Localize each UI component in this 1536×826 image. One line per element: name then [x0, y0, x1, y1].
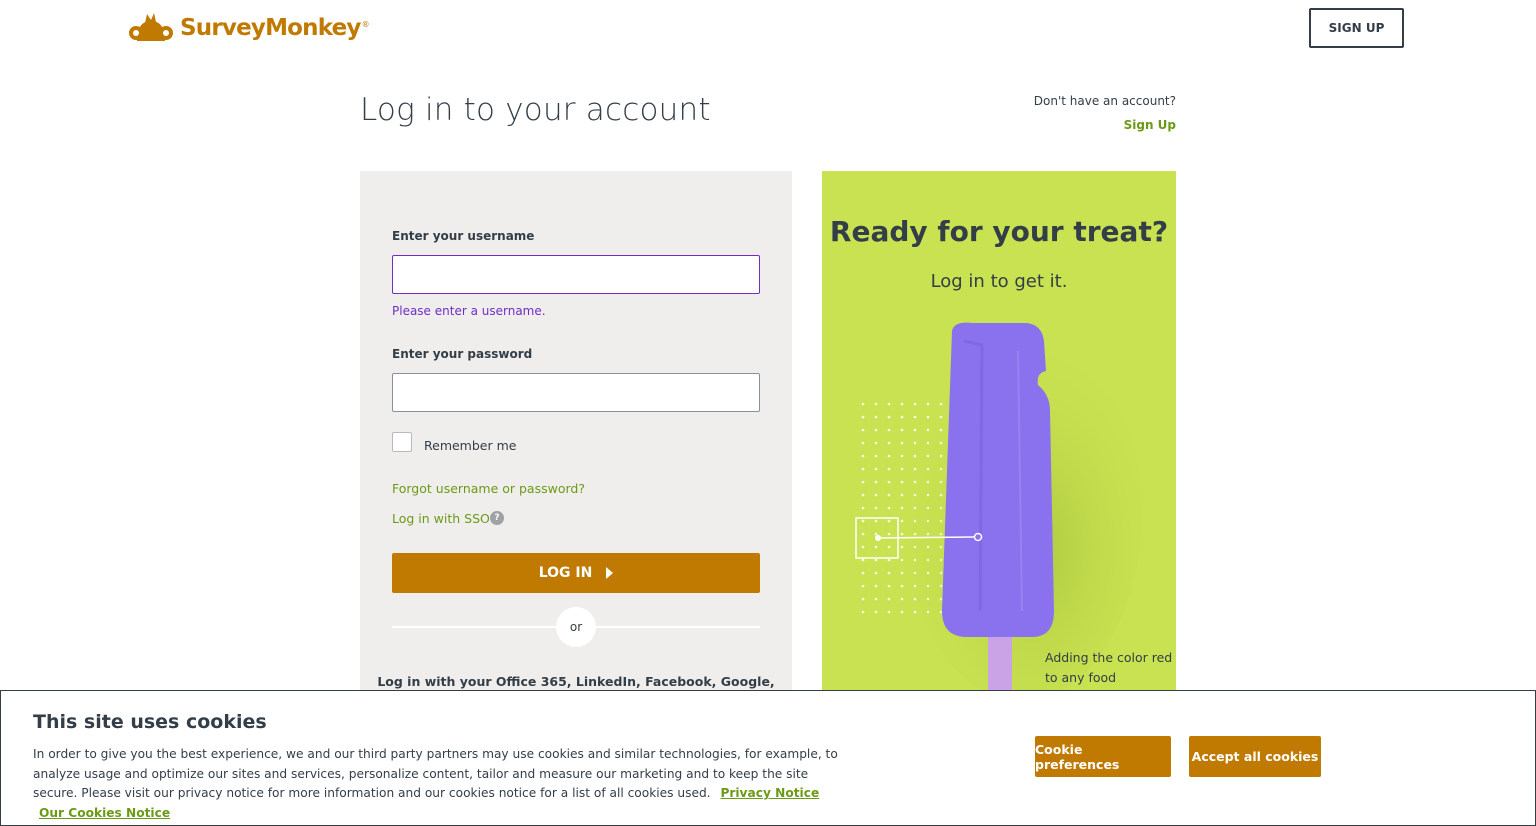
logo-wordmark: SurveyMonkey	[180, 15, 361, 41]
cookie-banner-text: In order to give you the best experience…	[33, 747, 838, 800]
login-form-panel: Enter your username Please enter a usern…	[360, 171, 792, 711]
header-signup-button[interactable]: SIGN UP	[1309, 8, 1404, 48]
remember-me-label[interactable]: Remember me	[424, 438, 516, 453]
or-divider-label: or	[556, 607, 596, 647]
logo-trademark: ®	[361, 20, 370, 29]
login-button[interactable]: LOG IN	[392, 553, 760, 593]
promo-caption: Adding the color red to any food	[1045, 650, 1173, 685]
cookie-preferences-button[interactable]: Cookie preferences	[1035, 736, 1171, 777]
promo-subtitle: Log in to get it.	[930, 271, 1068, 292]
help-icon[interactable]: ?	[490, 511, 504, 525]
cookie-banner: This site uses cookies In order to give …	[0, 690, 1536, 826]
cookies-notice-link[interactable]: Our Cookies Notice	[39, 806, 170, 820]
signup-link[interactable]: Sign Up	[1124, 118, 1176, 132]
no-account-text: Don't have an account?	[1033, 94, 1176, 108]
password-label: Enter your password	[392, 347, 533, 361]
surveymonkey-logo[interactable]: SurveyMonkey ®	[127, 8, 370, 48]
remember-me-checkbox[interactable]	[392, 432, 412, 452]
promo-title: Ready for your treat?	[829, 215, 1169, 248]
caret-right-icon	[606, 567, 614, 579]
cookie-banner-body: In order to give you the best experience…	[33, 745, 853, 823]
username-input[interactable]	[392, 255, 760, 294]
login-button-label: LOG IN	[538, 565, 593, 581]
username-label: Enter your username	[392, 229, 535, 243]
cookie-banner-title: This site uses cookies	[33, 711, 267, 733]
accept-all-cookies-button[interactable]: Accept all cookies	[1189, 736, 1321, 777]
username-error-message: Please enter a username.	[392, 304, 546, 318]
sso-login-link[interactable]: Log in with SSO	[392, 511, 490, 526]
forgot-credentials-link[interactable]: Forgot username or password?	[392, 481, 585, 496]
monkey-logo-icon	[127, 11, 175, 45]
promo-panel: Ready for your treat? Log in to get it. …	[822, 171, 1176, 711]
password-input[interactable]	[392, 373, 760, 412]
page-title: Log in to your account	[360, 92, 711, 128]
privacy-notice-link[interactable]: Privacy Notice	[720, 786, 819, 800]
